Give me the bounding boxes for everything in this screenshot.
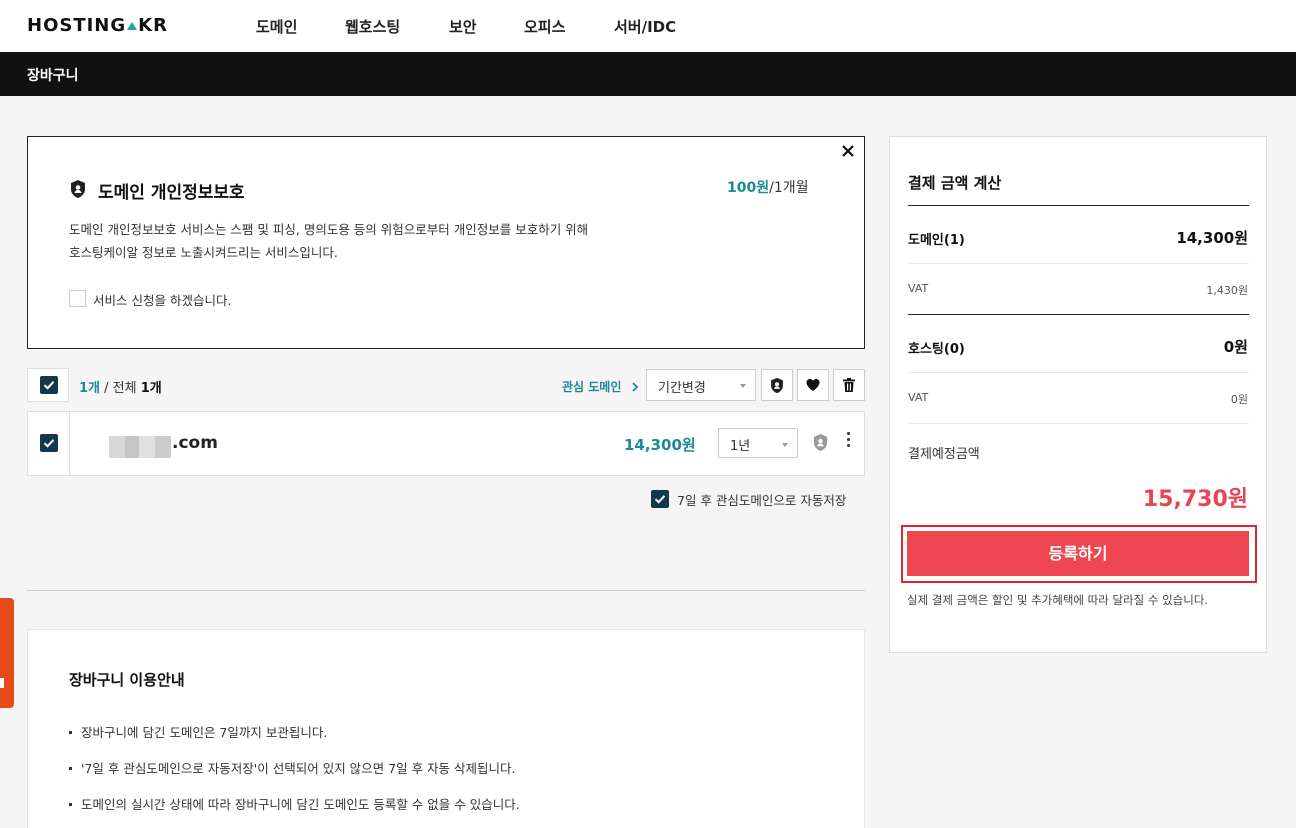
bullet-icon (69, 803, 72, 806)
logo-text-right: KR (138, 15, 168, 36)
guide-item: 장바구니에 담긴 도메인은 7일까지 보관됩니다. (69, 722, 327, 741)
period-change-value: 기간변경 (658, 381, 706, 396)
section-divider (27, 590, 865, 591)
bullet-icon (69, 767, 72, 770)
domain-subtotal-value: 14,300원 (1176, 229, 1248, 247)
domain-period-select[interactable]: 1년 (718, 428, 798, 458)
nav-item-server-idc[interactable]: 서버/IDC (614, 16, 676, 37)
side-tab-mark (0, 678, 4, 688)
privacy-title: 도메인 개인정보보호 (98, 183, 245, 203)
selected-count: 1개 (79, 381, 101, 396)
selection-count: 1개 / 전체 1개 (79, 377, 162, 396)
autosave-label[interactable]: 7일 후 관심도메인으로 자동저장 (677, 490, 846, 509)
logo-caret-icon (127, 22, 138, 30)
hosting-subtotal-value: 0원 (1223, 338, 1248, 356)
guide-title: 장바구니 이용안내 (69, 671, 185, 689)
total-value: 15,730원 (1142, 487, 1248, 512)
domain-vat-label: VAT (908, 282, 929, 295)
autosave-checkbox[interactable] (651, 490, 669, 508)
privacy-description-line: 도메인 개인정보보호 서비스는 스팸 및 피싱, 명의도용 등의 위험으로부터 … (69, 222, 589, 237)
cart-guide-section: 장바구니 이용안내 장바구니에 담긴 도메인은 7일까지 보관됩니다. '7일 … (27, 629, 865, 828)
nav-item-office[interactable]: 오피스 (524, 16, 565, 37)
hosting-vat-value: 0원 (1230, 393, 1248, 406)
domain-subtotal-label: 도메인(1) (908, 233, 965, 248)
caret-down-icon (782, 443, 788, 447)
domain-price: 14,300원 (624, 436, 696, 454)
domain-vat-value: 1,430원 (1206, 284, 1248, 297)
nav-item-domain[interactable]: 도메인 (256, 16, 297, 37)
shield-icon (69, 179, 87, 199)
hosting-subtotal-label: 호스팅(0) (908, 342, 965, 357)
top-navigation: HOSTING KR 도메인 웹호스팅 보안 오피스 서버/IDC (0, 0, 1296, 52)
total-count: 1개 (140, 381, 162, 396)
hosting-vat-label: VAT (908, 391, 929, 404)
divider (908, 423, 1249, 424)
shield-icon[interactable] (812, 433, 829, 456)
privacy-description: 도메인 개인정보보호 서비스는 스팸 및 피싱, 명의도용 등의 위험으로부터 … (69, 218, 689, 264)
bullet-icon (69, 731, 72, 734)
domain-tld: .com (172, 433, 218, 453)
privacy-apply-label[interactable]: 서비스 신청을 하겠습니다. (93, 290, 231, 309)
payment-note: 실제 결제 금액은 할인 및 추가혜택에 따라 달라질 수 있습니다. (907, 593, 1209, 607)
select-all-cell (27, 368, 69, 402)
logo[interactable]: HOSTING KR (27, 15, 168, 36)
privacy-apply-checkbox[interactable] (69, 290, 86, 307)
cart-domain-row: .com 14,300원 1년 (27, 411, 865, 476)
row-divider (69, 412, 70, 475)
side-floating-tab[interactable] (0, 598, 14, 708)
domain-name-redacted (109, 436, 171, 458)
logo-text-left: HOSTING (27, 15, 127, 36)
count-separator: / 전체 (100, 381, 141, 396)
guide-item-text: 도메인의 실시간 상태에 따라 장바구니에 담긴 도메인도 등록할 수 없을 수… (81, 797, 520, 812)
add-to-watchlist-button[interactable] (797, 369, 829, 401)
domain-row-checkbox[interactable] (40, 434, 58, 452)
privacy-price-period: /1개월 (769, 180, 809, 196)
divider (908, 263, 1249, 264)
privacy-protection-card: 도메인 개인정보보호 100원/1개월 도메인 개인정보보호 서비스는 스팸 및… (27, 136, 865, 349)
guide-item-text: 장바구니에 담긴 도메인은 7일까지 보관됩니다. (81, 725, 328, 740)
privacy-price-amount: 100원 (727, 180, 770, 196)
page-title-bar: 장바구니 (0, 52, 1296, 96)
check-icon (654, 495, 666, 504)
select-all-checkbox[interactable] (40, 376, 58, 394)
shield-icon (771, 377, 783, 394)
guide-item: '7일 후 관심도메인으로 자동저장'이 선택되어 있지 않으면 7일 후 자동… (69, 758, 516, 777)
guide-item-text: '7일 후 관심도메인으로 자동저장'이 선택되어 있지 않으면 7일 후 자동… (81, 761, 516, 776)
period-change-select[interactable]: 기간변경 (646, 369, 756, 401)
chevron-right-icon (631, 382, 638, 392)
page-title: 장바구니 (27, 68, 79, 84)
watch-domain-label: 관심 도메인 (562, 380, 622, 394)
guide-item: 도메인의 실시간 상태에 따라 장바구니에 담긴 도메인도 등록할 수 없을 수… (69, 794, 520, 813)
close-icon[interactable] (841, 143, 855, 163)
domain-period-value: 1년 (730, 439, 751, 454)
check-icon (43, 381, 55, 390)
delete-button[interactable] (833, 369, 865, 401)
check-icon (43, 439, 55, 448)
total-label: 결제예정금액 (908, 447, 980, 462)
more-vertical-icon[interactable] (844, 432, 852, 452)
privacy-shield-button[interactable] (761, 369, 793, 401)
divider (908, 372, 1249, 373)
register-button[interactable]: 등록하기 (907, 531, 1249, 576)
nav-item-security[interactable]: 보안 (449, 16, 477, 37)
privacy-price: 100원/1개월 (727, 177, 809, 197)
divider (908, 205, 1249, 206)
divider (908, 314, 1249, 315)
nav-item-webhosting[interactable]: 웹호스팅 (345, 16, 400, 37)
heart-icon (806, 379, 820, 391)
payment-title: 결제 금액 계산 (908, 174, 1002, 192)
trash-icon (843, 378, 855, 392)
caret-down-icon (740, 384, 746, 388)
privacy-description-line: 호스팅케이알 정보로 노출시켜드리는 서비스입니다. (69, 245, 338, 260)
watch-domain-link[interactable]: 관심 도메인 (562, 378, 639, 395)
